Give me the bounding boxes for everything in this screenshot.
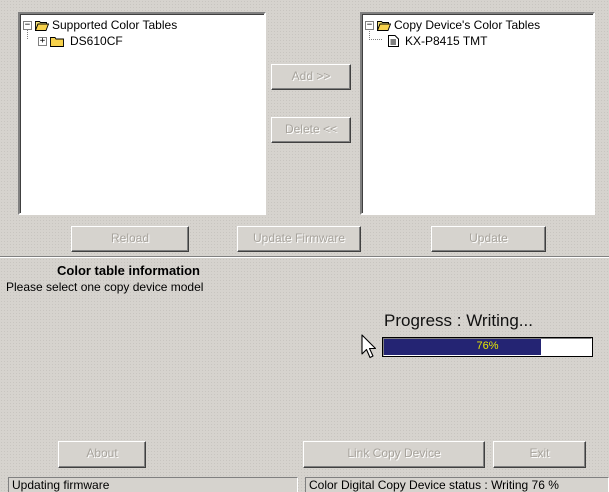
progress-percent: 76%	[476, 340, 499, 352]
tree-node-device-root[interactable]: − Copy Device's Color Tables	[365, 17, 540, 33]
progress-label: Progress : Writing...	[384, 311, 533, 330]
color-table-info-title: Color table information	[57, 263, 200, 278]
progress-bar: 76%	[382, 337, 593, 357]
tree-connector	[27, 29, 28, 39]
open-folder-icon	[35, 20, 49, 31]
update-firmware-button[interactable]: Update Firmware	[237, 226, 361, 252]
tree-item-label: KX-P8415 TMT	[405, 34, 488, 48]
delete-button[interactable]: Delete <<	[271, 117, 351, 143]
tree-root-label: Copy Device's Color Tables	[394, 18, 541, 32]
reload-button[interactable]: Reload	[71, 226, 189, 252]
update-button[interactable]: Update	[431, 226, 546, 252]
color-table-info-message: Please select one copy device model	[6, 280, 204, 294]
add-button[interactable]: Add >>	[271, 64, 351, 90]
tree-connector	[369, 29, 382, 40]
tree-node-ds610cf[interactable]: + DS610CF	[38, 33, 123, 49]
document-icon	[388, 35, 399, 47]
folder-icon	[50, 36, 64, 47]
status-left: Updating firmware	[8, 477, 298, 492]
supported-color-tables-tree[interactable]: − Supported Color Tables + DS610CF	[18, 12, 266, 215]
expand-box-icon[interactable]: +	[38, 36, 47, 46]
status-right: Color Digital Copy Device status : Writi…	[305, 477, 609, 492]
tree-node-supported-root[interactable]: − Supported Color Tables	[23, 17, 177, 33]
exit-button[interactable]: Exit	[493, 441, 586, 468]
link-copy-device-button[interactable]: Link Copy Device	[303, 441, 485, 468]
separator	[0, 256, 609, 258]
device-color-tables-tree[interactable]: − Copy Device's Color Tables KX-P8415 TM…	[360, 12, 595, 215]
tree-item-label: DS610CF	[70, 34, 123, 48]
tree-root-label: Supported Color Tables	[52, 18, 178, 32]
mouse-pointer-icon	[361, 334, 377, 359]
about-button[interactable]: About	[58, 441, 146, 468]
tree-node-kx-p8415[interactable]: KX-P8415 TMT	[388, 33, 487, 49]
